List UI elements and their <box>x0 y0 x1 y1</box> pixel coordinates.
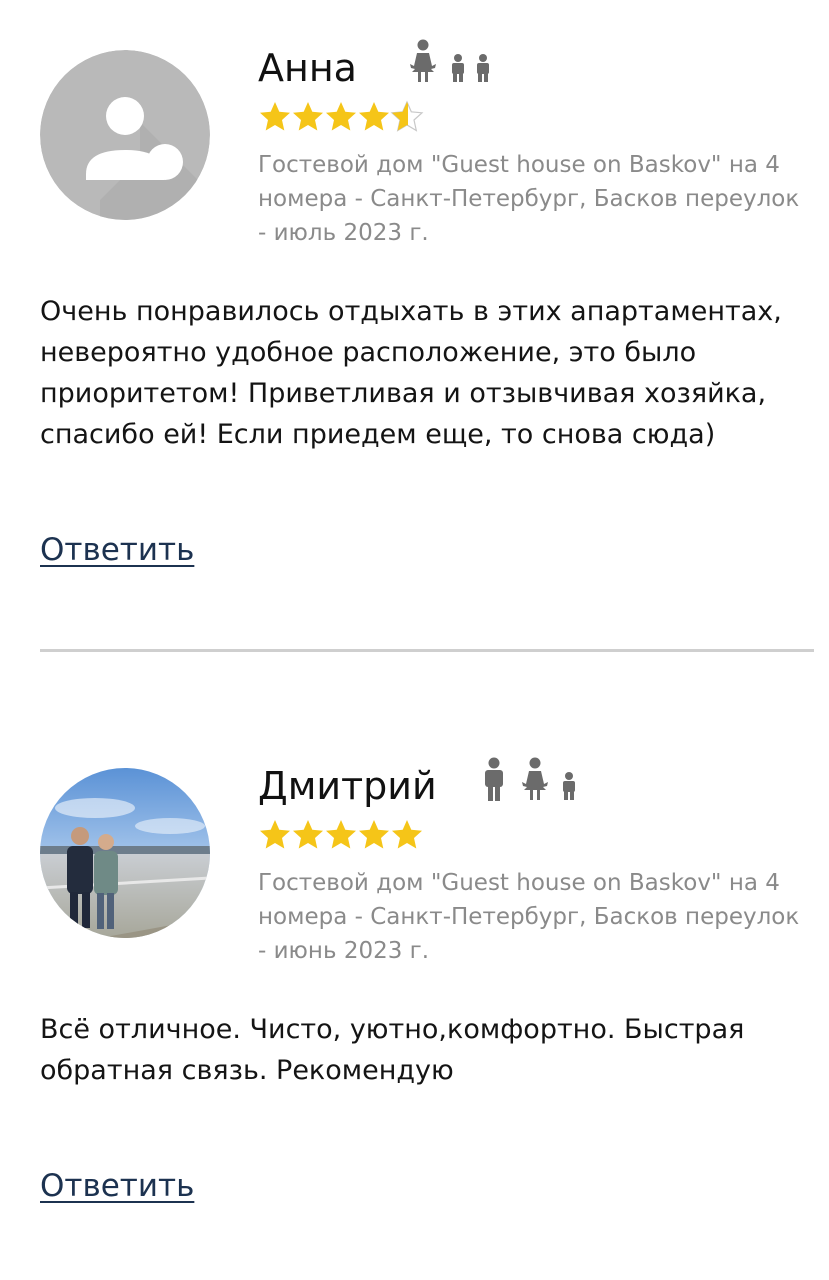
star-rating <box>258 818 433 854</box>
default-user-avatar <box>40 50 210 220</box>
child-icon <box>477 54 489 82</box>
guest-composition <box>480 756 585 806</box>
review-card: Дмитрий Гостевой дом "Guest house on Bas… <box>0 660 829 1280</box>
star-icon <box>293 820 323 849</box>
review-text: Очень понравилось отдыхать в этих апарта… <box>40 296 782 450</box>
property-info: Гостевой дом "Guest house on Baskov" на … <box>258 870 800 964</box>
reply-link[interactable]: Ответить <box>40 1166 194 1206</box>
user-photo-avatar <box>40 768 210 938</box>
star-icon <box>359 820 389 849</box>
star-icon <box>293 102 323 131</box>
female-adult-icon <box>522 757 548 800</box>
star-icon <box>392 820 422 849</box>
star-rating <box>258 100 433 136</box>
review-card: Анна Гостевой дом "Guest house on Baskov… <box>0 0 829 640</box>
reviewer-name: Анна <box>258 46 357 90</box>
property-info: Гостевой дом "Guest house on Baskov" на … <box>258 152 800 246</box>
star-icon <box>326 820 356 849</box>
reply-link[interactable]: Ответить <box>40 530 194 570</box>
reviewer-name: Дмитрий <box>258 764 437 808</box>
star-icon <box>359 102 389 131</box>
review-text: Всё отличное. Чисто, уютно,комфортно. Бы… <box>40 1014 745 1086</box>
star-icon <box>260 102 290 131</box>
female-adult-icon <box>410 39 436 82</box>
male-adult-icon <box>485 757 503 801</box>
star-icon <box>260 820 290 849</box>
star-icon <box>326 102 356 131</box>
review-divider <box>40 649 814 652</box>
child-icon <box>452 54 464 82</box>
child-icon <box>563 772 575 800</box>
guest-composition <box>405 38 500 88</box>
